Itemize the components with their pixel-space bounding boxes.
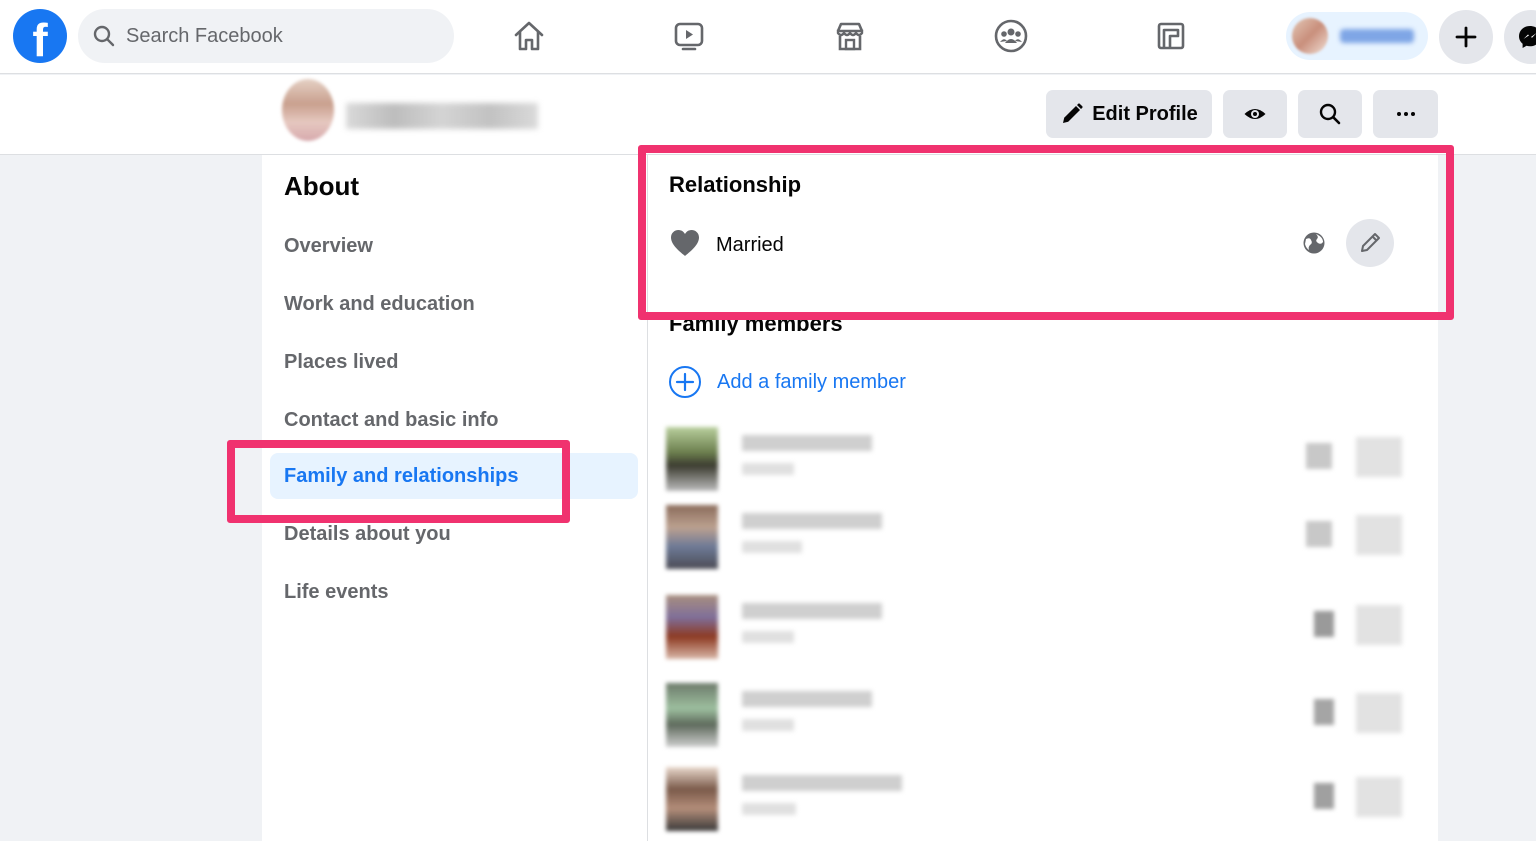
add-family-member-label: Add a family member (717, 370, 906, 393)
nav-home[interactable] (507, 14, 551, 58)
nav-groups[interactable] (989, 14, 1033, 58)
view-as-button[interactable] (1223, 90, 1287, 138)
member-privacy-redacted (1314, 611, 1334, 637)
family-members-title: Family members (669, 311, 843, 336)
member-name-redacted (742, 435, 872, 451)
more-icon (1396, 112, 1415, 116)
facebook-logo-icon[interactable]: f (13, 9, 67, 63)
member-relation-redacted (742, 463, 794, 475)
pencil-icon (1063, 103, 1083, 123)
profile-search-button[interactable] (1298, 90, 1362, 138)
member-relation-redacted (742, 541, 802, 553)
avatar (1292, 18, 1328, 54)
about-item-overview[interactable]: Overview (270, 223, 638, 269)
profile-avatar[interactable] (282, 79, 334, 141)
member-edit-redacted (1356, 693, 1402, 733)
add-family-member-button[interactable]: Add a family member (668, 365, 906, 399)
about-item-contact-info[interactable]: Contact and basic info (270, 397, 638, 443)
about-sidebar: About Overview Work and education Places… (262, 155, 648, 841)
heart-icon (668, 226, 702, 265)
member-edit-redacted (1356, 515, 1402, 555)
messenger-icon (1519, 26, 1536, 48)
family-member-row[interactable] (666, 683, 1406, 749)
family-member-row[interactable] (666, 427, 1406, 493)
groups-icon (994, 19, 1028, 53)
search-input[interactable] (126, 24, 426, 48)
add-circle-icon (669, 366, 701, 398)
edit-profile-button[interactable]: Edit Profile (1046, 90, 1212, 138)
globe-icon[interactable] (1302, 231, 1326, 255)
member-privacy-redacted (1314, 699, 1334, 725)
about-item-life-events[interactable]: Life events (270, 569, 638, 615)
edit-relationship-button[interactable] (1346, 219, 1394, 267)
messenger-button[interactable] (1504, 10, 1536, 64)
search-icon (1319, 103, 1341, 125)
top-navigation-bar: f (0, 0, 1536, 74)
search-icon (93, 25, 115, 47)
nav-marketplace[interactable] (828, 14, 872, 58)
member-privacy-redacted (1306, 521, 1332, 547)
watch-icon (674, 22, 704, 51)
avatar (666, 767, 718, 831)
edit-profile-label: Edit Profile (1092, 102, 1198, 125)
nav-watch[interactable] (667, 14, 711, 58)
relationship-title: Relationship (669, 172, 802, 197)
account-menu[interactable] (1286, 12, 1428, 60)
nav-gaming[interactable] (1149, 14, 1193, 58)
about-item-places-lived[interactable]: Places lived (270, 339, 638, 385)
profile-name-redacted (346, 103, 538, 129)
about-title: About (284, 171, 360, 201)
family-member-row[interactable] (666, 505, 1406, 571)
gaming-icon (1157, 22, 1185, 50)
eye-icon (1244, 109, 1266, 119)
member-edit-redacted (1356, 777, 1402, 817)
member-name-redacted (742, 513, 882, 529)
create-button[interactable] (1439, 10, 1493, 64)
relationship-status: Married (716, 233, 784, 256)
avatar (666, 505, 718, 569)
plus-icon (1455, 26, 1477, 48)
marketplace-icon (836, 22, 864, 51)
account-name-redacted (1340, 29, 1414, 43)
member-name-redacted (742, 603, 882, 619)
family-member-row[interactable] (666, 595, 1406, 661)
member-privacy-redacted (1306, 443, 1332, 469)
about-item-work-education[interactable]: Work and education (270, 281, 638, 327)
member-relation-redacted (742, 803, 796, 815)
member-name-redacted (742, 775, 902, 791)
member-privacy-redacted (1314, 783, 1334, 809)
member-name-redacted (742, 691, 872, 707)
member-edit-redacted (1356, 437, 1402, 477)
about-content: Relationship Married Family members Add … (648, 155, 1438, 841)
family-member-row[interactable] (666, 767, 1406, 833)
search-box[interactable] (78, 9, 454, 63)
avatar (666, 427, 718, 491)
home-icon (514, 21, 544, 51)
about-item-details-about-you[interactable]: Details about you (270, 511, 638, 557)
relationship-row: Married (668, 225, 1398, 265)
member-relation-redacted (742, 719, 794, 731)
member-edit-redacted (1356, 605, 1402, 645)
about-item-family-relationships[interactable]: Family and relationships (270, 453, 638, 499)
more-options-button[interactable] (1373, 90, 1438, 138)
avatar (666, 595, 718, 659)
pencil-icon (1361, 233, 1380, 252)
avatar (666, 683, 718, 747)
member-relation-redacted (742, 631, 794, 643)
profile-header: Edit Profile (0, 75, 1536, 155)
